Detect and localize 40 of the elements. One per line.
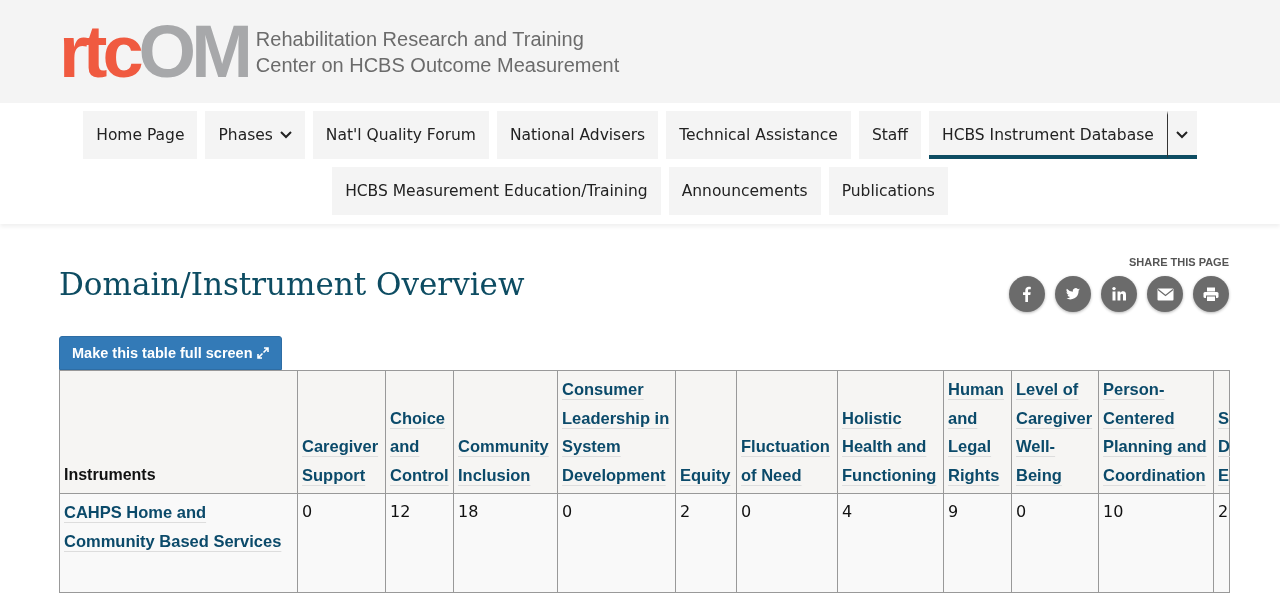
table-cell: 2 bbox=[1218, 502, 1229, 521]
nav-item[interactable]: Nat'l Quality Forum bbox=[312, 111, 489, 159]
facebook-share-button[interactable] bbox=[1009, 276, 1045, 312]
table-cell: 0 bbox=[741, 502, 752, 521]
envelope-icon bbox=[1156, 287, 1174, 301]
expand-icon bbox=[256, 347, 269, 359]
table-cell: 18 bbox=[458, 502, 479, 521]
nav-item[interactable]: HCBS Instrument Database bbox=[929, 111, 1167, 159]
table-cell: 0 bbox=[562, 502, 573, 521]
nav-item[interactable]: Technical Assistance bbox=[666, 111, 851, 159]
table-cell: 2 bbox=[680, 502, 691, 521]
nav-item[interactable]: Home Page bbox=[83, 111, 198, 159]
email-share-button[interactable] bbox=[1147, 276, 1183, 312]
table-cell: 12 bbox=[390, 502, 411, 521]
table-cell: 10 bbox=[1103, 502, 1124, 521]
linkedin-share-button[interactable] bbox=[1101, 276, 1137, 312]
nav-menu-item[interactable]: Phases bbox=[205, 111, 305, 159]
site-tagline: Rehabilitation Research and Training Center on HCBS Outcome Measurement bbox=[255, 26, 620, 78]
print-button[interactable] bbox=[1193, 276, 1229, 312]
share-label: SHARE THIS PAGE bbox=[1128, 256, 1229, 268]
nav-item[interactable]: Publications bbox=[828, 167, 948, 215]
nav-item[interactable]: National Advisers bbox=[496, 111, 659, 159]
table-cell: 4 bbox=[842, 502, 853, 521]
linkedin-icon bbox=[1111, 286, 1127, 302]
chevron-down-icon bbox=[279, 131, 292, 139]
chevron-down-icon bbox=[1176, 131, 1189, 139]
table-cell: 0 bbox=[302, 502, 313, 521]
nav-item[interactable]: Staff bbox=[858, 111, 921, 159]
twitter-icon bbox=[1065, 286, 1081, 302]
dropdown-toggle[interactable] bbox=[1166, 111, 1197, 159]
twitter-share-button[interactable] bbox=[1055, 276, 1091, 312]
table-cell: 0 bbox=[1016, 502, 1027, 521]
nav-item[interactable]: HCBS Measurement Education/Training bbox=[332, 167, 661, 215]
nav-item[interactable]: Announcements bbox=[668, 167, 821, 215]
full-screen-button[interactable]: Make this table full screen bbox=[59, 336, 282, 370]
column-header-link[interactable]: Equity bbox=[680, 460, 732, 489]
page-title: Domain/Instrument Overview bbox=[59, 265, 525, 304]
table-cell: 9 bbox=[948, 502, 959, 521]
column-header: Instruments bbox=[64, 465, 156, 483]
printer-icon bbox=[1203, 286, 1219, 302]
